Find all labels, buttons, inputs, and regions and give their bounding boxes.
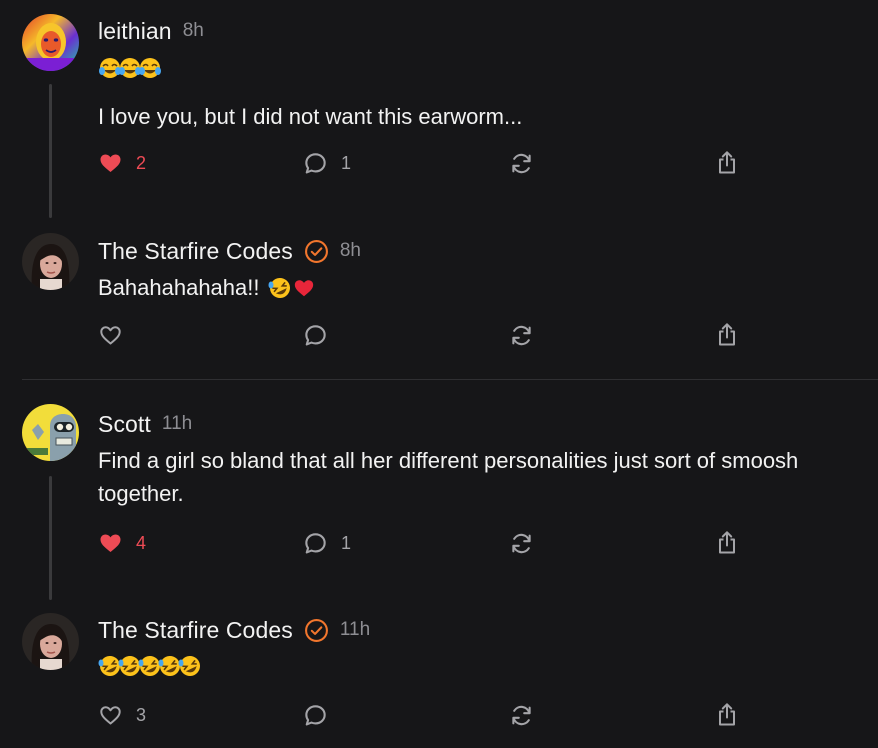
reply-icon: [305, 704, 326, 725]
comment-text-content: Bahahahahaha!!: [98, 275, 260, 300]
like-button[interactable]: 2: [98, 146, 146, 180]
share-button[interactable]: [715, 526, 739, 560]
verified-badge-icon: [304, 239, 329, 264]
reply-button[interactable]: 1: [303, 146, 351, 180]
verified-badge-icon: [304, 618, 329, 643]
comment-actions: 3: [98, 698, 858, 732]
emoji-line: [98, 56, 161, 80]
share-button[interactable]: [715, 698, 739, 732]
share-button[interactable]: [715, 318, 739, 352]
username[interactable]: leithian: [98, 18, 172, 45]
share-icon: [719, 323, 735, 346]
heart-icon: [100, 534, 121, 552]
reply-icon: [305, 324, 326, 345]
rolling-laughing-emoji: [268, 277, 292, 299]
like-count: 4: [136, 532, 147, 553]
timestamp[interactable]: 11h: [162, 413, 192, 435]
share-button[interactable]: [715, 146, 739, 180]
emoji-line: [98, 654, 200, 678]
thread-connector: [49, 84, 52, 218]
timestamp[interactable]: 8h: [340, 240, 361, 262]
comment-actions: 4 1: [98, 526, 858, 560]
reply-button[interactable]: [303, 318, 341, 352]
reply-button[interactable]: 1: [303, 526, 351, 560]
like-button[interactable]: [98, 318, 136, 352]
comment-header: leithian 8h: [98, 16, 204, 46]
like-count: 2: [136, 152, 147, 173]
username[interactable]: The Starfire Codes: [98, 617, 293, 644]
repost-icon: [512, 153, 531, 173]
avatar[interactable]: [22, 14, 79, 71]
comment-starfire-emoji: The Starfire Codes 11h 3: [0, 600, 878, 748]
comment-scott: Scott 11h Find a girl so bland that all …: [0, 380, 878, 600]
share-icon: [719, 151, 735, 174]
comment-header: The Starfire Codes 11h: [98, 615, 370, 645]
repost-icon: [512, 705, 531, 725]
repost-icon: [512, 533, 531, 553]
reply-count: 1: [341, 532, 352, 553]
share-icon: [719, 703, 735, 726]
heart-icon: [100, 326, 121, 345]
repost-button[interactable]: [509, 318, 534, 352]
timestamp[interactable]: 8h: [183, 20, 204, 42]
avatar[interactable]: [22, 613, 79, 670]
comment-text: Find a girl so bland that all her differ…: [98, 448, 799, 506]
repost-button[interactable]: [509, 698, 534, 732]
comment-text: Bahahahahaha!!: [98, 271, 868, 304]
like-button[interactable]: 3: [98, 698, 146, 732]
share-icon: [719, 531, 735, 554]
reply-count: 1: [341, 152, 352, 173]
comment-leithian: leithian 8h I love you, but I did not wa…: [0, 0, 878, 220]
heart-icon: [100, 154, 121, 172]
comment-header: Scott 11h: [98, 409, 192, 439]
repost-button[interactable]: [509, 526, 534, 560]
repost-icon: [512, 325, 531, 345]
repost-button[interactable]: [509, 146, 534, 180]
reply-icon: [305, 152, 326, 173]
thread-connector: [49, 476, 52, 600]
rolling-laughing-emoji: [178, 655, 202, 677]
comment-header: The Starfire Codes 8h: [98, 236, 361, 266]
red-heart-emoji: [293, 277, 317, 299]
timestamp[interactable]: 11h: [340, 619, 370, 641]
tears-of-joy-emoji: [138, 57, 162, 79]
comment-actions: [98, 318, 858, 352]
comment-starfire-reply: The Starfire Codes 8h Bahahahahaha!!: [0, 220, 878, 380]
username[interactable]: Scott: [98, 411, 151, 438]
avatar[interactable]: [22, 404, 79, 461]
avatar[interactable]: [22, 233, 79, 290]
comment-thread: leithian 8h I love you, but I did not wa…: [0, 0, 878, 748]
reply-icon: [305, 532, 326, 553]
username[interactable]: The Starfire Codes: [98, 238, 293, 265]
like-button[interactable]: 4: [98, 526, 146, 560]
heart-icon: [100, 706, 121, 725]
reply-button[interactable]: [303, 698, 341, 732]
comment-text: I love you, but I did not want this earw…: [98, 104, 523, 129]
comment-actions: 2 1: [98, 146, 858, 180]
like-count: 3: [136, 704, 147, 725]
